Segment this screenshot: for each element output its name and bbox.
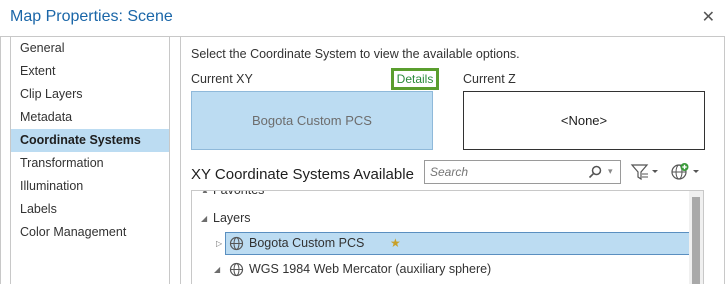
window-title: Map Properties: Scene — [10, 8, 173, 25]
tree-scrollbar[interactable] — [689, 191, 703, 284]
coordinate-system-tree[interactable]: ▲ Favorites ◢ Layers Bogota Custom PCS ★… — [191, 190, 704, 284]
section-title: XY Coordinate Systems Available — [191, 166, 414, 183]
expand-caret-icon[interactable]: ▲ — [201, 191, 209, 202]
current-z-value: <None> — [560, 113, 608, 128]
current-xy-label: Current XY — [191, 72, 253, 86]
collapse-caret-icon[interactable]: ◢ — [201, 207, 207, 230]
sidebar-item-extent[interactable]: Extent — [11, 60, 169, 83]
add-coordinate-system-button[interactable] — [669, 161, 701, 183]
current-z-box[interactable]: <None> — [463, 91, 705, 150]
tree-label: Layers — [213, 211, 251, 225]
globe-icon — [229, 262, 244, 277]
search-input[interactable] — [425, 161, 575, 183]
close-icon[interactable]: ✕ — [702, 7, 715, 27]
sidebar-item-coordinate-systems[interactable]: Coordinate Systems — [11, 129, 169, 152]
sidebar-nav: General Extent Clip Layers Metadata Coor… — [10, 36, 170, 284]
tree-label: WGS 1984 Web Mercator (auxiliary sphere) — [249, 262, 492, 276]
tree-row-favorites[interactable]: ▲ Favorites — [192, 190, 689, 202]
sidebar-item-metadata[interactable]: Metadata — [11, 106, 169, 129]
tree-row-layers[interactable]: ◢ Layers — [192, 207, 689, 230]
current-xy-value: Bogota Custom PCS — [252, 113, 372, 128]
search-icon[interactable] — [587, 164, 603, 180]
sidebar-item-illumination[interactable]: Illumination — [11, 175, 169, 198]
star-icon[interactable]: ★ — [390, 232, 401, 255]
tree-label: Bogota Custom PCS — [249, 236, 365, 250]
sidebar-item-color-management[interactable]: Color Management — [11, 221, 169, 244]
sidebar-item-transformation[interactable]: Transformation — [11, 152, 169, 175]
sidebar-item-labels[interactable]: Labels — [11, 198, 169, 221]
search-dropdown-icon[interactable]: ▾ — [608, 166, 613, 177]
collapse-caret-icon[interactable]: ◢ — [214, 258, 220, 281]
expand-caret-icon[interactable]: ▷ — [216, 239, 222, 248]
title-bar: Map Properties: Scene ✕ — [0, 0, 725, 36]
sidebar-item-general[interactable]: General — [11, 37, 169, 60]
current-z-label: Current Z — [463, 72, 516, 86]
filter-button[interactable] — [630, 161, 660, 183]
tree-row-bogota-custom-pcs[interactable]: Bogota Custom PCS ★ — [225, 232, 690, 255]
panel-divider — [180, 36, 181, 284]
globe-icon — [229, 236, 244, 251]
tree-label: Favorites — [213, 190, 265, 197]
current-xy-box[interactable]: Bogota Custom PCS — [191, 91, 433, 150]
filter-icon — [630, 164, 658, 181]
tree-row-wgs-1984[interactable]: ◢ WGS 1984 Web Mercator (auxiliary spher… — [212, 258, 689, 281]
details-link[interactable]: Details — [391, 68, 439, 90]
search-box[interactable]: ▾ — [424, 160, 621, 184]
sidebar-item-clip-layers[interactable]: Clip Layers — [11, 83, 169, 106]
instruction-text: Select the Coordinate System to view the… — [191, 47, 520, 61]
globe-add-icon — [671, 163, 699, 180]
scrollbar-thumb[interactable] — [692, 197, 700, 284]
